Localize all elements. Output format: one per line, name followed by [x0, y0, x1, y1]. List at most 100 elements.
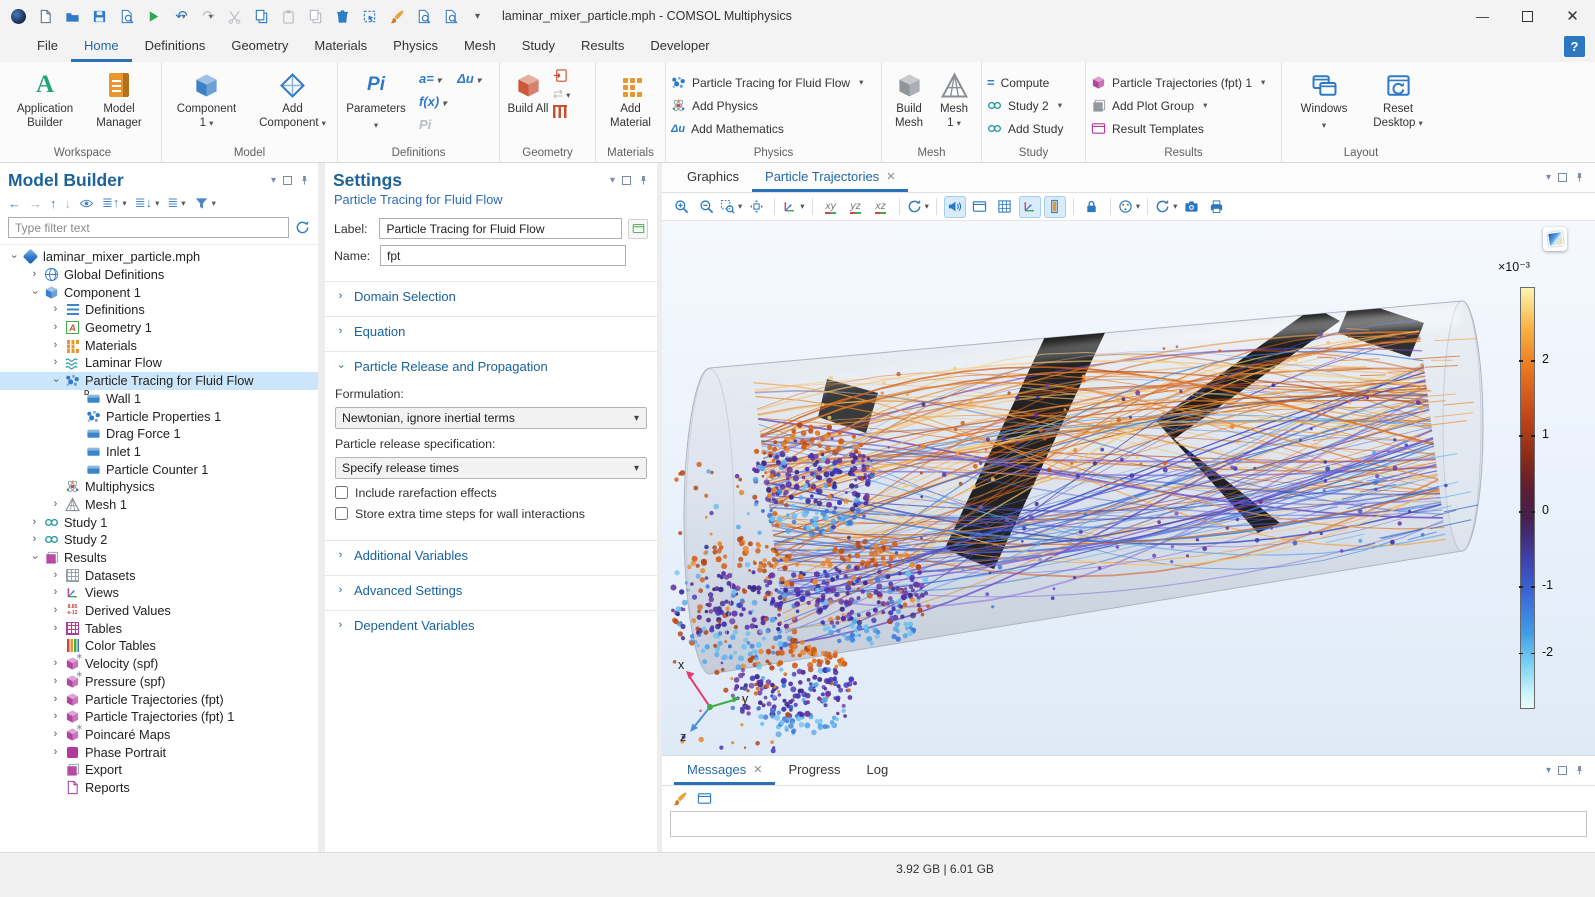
zoom-in-icon[interactable] — [670, 196, 692, 218]
result-templates-button[interactable]: Result Templates — [1091, 118, 1265, 139]
section-equation[interactable]: ›Equation — [325, 317, 657, 345]
section-dependent-variables[interactable]: ›Dependent Variables — [325, 611, 657, 639]
run-icon[interactable] — [145, 8, 162, 25]
move-down-icon[interactable]: ↓ — [65, 196, 72, 211]
graphics-canvas[interactable]: ×10⁻³ x y z 210-1-2 — [662, 221, 1595, 755]
build-all-button[interactable]: Build All — [505, 64, 551, 146]
snapshot-icon[interactable] — [1180, 196, 1202, 218]
tab-progress[interactable]: Progress — [775, 756, 853, 785]
operators-button[interactable]: Δu — [457, 71, 481, 86]
close-tab-icon[interactable]: ✕ — [753, 763, 762, 776]
cut-icon[interactable] — [226, 8, 243, 25]
tree-item[interactable]: ›Wall 1 — [0, 390, 318, 408]
panel-menu-icon[interactable]: ▾ — [1546, 172, 1551, 183]
add-mathematics-button[interactable]: Δu Add Mathematics — [671, 118, 863, 139]
duplicate-icon[interactable] — [307, 8, 324, 25]
redo-icon[interactable]: ↷▾ — [199, 8, 216, 25]
add-component-button[interactable]: Add Component — [257, 64, 329, 146]
tree-item[interactable]: ›Pressure (spf) — [0, 673, 318, 691]
find-icon[interactable] — [415, 8, 432, 25]
save-icon[interactable] — [91, 8, 108, 25]
menu-tab-home[interactable]: Home — [71, 32, 132, 62]
appearance-icon[interactable] — [1118, 196, 1140, 218]
menu-tab-physics[interactable]: Physics — [380, 32, 451, 62]
close-tab-icon[interactable]: ✕ — [886, 170, 895, 183]
add-material-button[interactable]: Add Material — [602, 64, 660, 146]
transparency-icon[interactable] — [944, 196, 966, 218]
view-xy-icon[interactable]: xy — [820, 196, 842, 218]
study2-button[interactable]: Study 2 — [987, 95, 1063, 116]
tree-item[interactable]: ›Phase Portrait — [0, 743, 318, 761]
tree-item[interactable]: ›Derived Values — [0, 602, 318, 620]
maximize-button[interactable] — [1505, 0, 1550, 32]
pin-panel-icon[interactable] — [638, 175, 649, 186]
menu-tab-materials[interactable]: Materials — [301, 32, 380, 62]
back-icon[interactable]: ← — [8, 196, 21, 211]
windows-button[interactable]: Windows — [1293, 64, 1355, 146]
component-button[interactable]: Component1 — [171, 64, 243, 146]
tree-item[interactable]: ›Particle Tracing for Fluid Flow — [0, 372, 318, 390]
undo-icon[interactable]: ↶▾ — [172, 8, 189, 25]
panel-menu-icon[interactable]: ▾ — [1546, 765, 1551, 776]
tree-item[interactable]: ›Tables — [0, 619, 318, 637]
filter-icon[interactable] — [194, 196, 216, 211]
rotate-view-icon[interactable] — [907, 196, 929, 218]
grid-icon[interactable] — [994, 196, 1016, 218]
tree-item[interactable]: ›Particle Counter 1 — [0, 460, 318, 478]
orientation-axes-icon[interactable] — [1019, 196, 1041, 218]
lock-view-icon[interactable] — [1081, 196, 1103, 218]
tree-item[interactable]: ›Particle Properties 1 — [0, 407, 318, 425]
float-panel-icon[interactable] — [1558, 173, 1567, 182]
color-legend-icon[interactable] — [1044, 196, 1066, 218]
close-button[interactable]: ✕ — [1550, 0, 1595, 32]
refresh-filter-icon[interactable] — [295, 220, 310, 235]
tree-item[interactable]: ›Materials — [0, 336, 318, 354]
tree-filter-input[interactable] — [8, 217, 289, 238]
tree-item[interactable]: ›Multiphysics — [0, 478, 318, 496]
add-study-button[interactable]: Add Study — [987, 118, 1063, 139]
tree-item[interactable]: ›Velocity (spf) — [0, 655, 318, 673]
section-additional-variables[interactable]: ›Additional Variables — [325, 541, 657, 569]
panel-menu-icon[interactable]: ▾ — [271, 175, 276, 186]
help-button[interactable]: ? — [1564, 36, 1585, 57]
tree-item[interactable]: ›Results — [0, 549, 318, 567]
tree-item[interactable]: ›Particle Trajectories (fpt) — [0, 690, 318, 708]
tree-item[interactable]: ›Mesh 1 — [0, 496, 318, 514]
print-icon[interactable] — [1205, 196, 1227, 218]
menu-tab-geometry[interactable]: Geometry — [218, 32, 301, 62]
tree-item[interactable]: ›Drag Force 1 — [0, 425, 318, 443]
menu-tab-developer[interactable]: Developer — [637, 32, 722, 62]
pin-panel-icon[interactable] — [299, 175, 310, 186]
tree-item[interactable]: ›Export — [0, 761, 318, 779]
zoom-extents-icon[interactable] — [745, 196, 767, 218]
go-to-view-icon[interactable] — [782, 196, 804, 218]
menu-tab-file[interactable]: File — [24, 32, 71, 62]
float-panel-icon[interactable] — [283, 176, 292, 185]
new-file-icon[interactable] — [37, 8, 54, 25]
rename-button[interactable] — [628, 219, 648, 239]
scene-light-icon[interactable] — [969, 196, 991, 218]
pin-panel-icon[interactable] — [1574, 765, 1585, 776]
tree-item[interactable]: ›Datasets — [0, 566, 318, 584]
collapse-all-icon[interactable]: ≣↓ — [135, 195, 160, 211]
customize-toolbar-icon[interactable]: ▾ — [469, 8, 486, 25]
tree-item[interactable]: ›Reports — [0, 779, 318, 797]
menu-tab-mesh[interactable]: Mesh — [451, 32, 509, 62]
view-yz-icon[interactable]: yz — [845, 196, 867, 218]
rarefaction-checkbox[interactable] — [335, 486, 348, 499]
application-builder-button[interactable]: A Application Builder — [9, 64, 81, 146]
select-box-icon[interactable] — [361, 8, 378, 25]
tab-messages[interactable]: Messages✕ — [674, 756, 775, 785]
menu-tab-study[interactable]: Study — [509, 32, 568, 62]
clear-messages-icon[interactable] — [672, 791, 687, 806]
mesh1-button[interactable]: Mesh1 — [933, 64, 975, 146]
move-up-icon[interactable]: ↑ — [50, 196, 57, 211]
add-plot-group-button[interactable]: Add Plot Group — [1091, 95, 1265, 116]
tab-graphics[interactable]: Graphics — [674, 163, 752, 192]
release-spec-select[interactable]: Specify release times — [335, 457, 647, 479]
extra-steps-checkbox[interactable] — [335, 507, 348, 520]
name-input[interactable] — [380, 245, 626, 266]
compute-button[interactable]: = Compute — [987, 72, 1063, 93]
delete-icon[interactable] — [334, 8, 351, 25]
minimize-button[interactable]: — — [1460, 0, 1505, 32]
